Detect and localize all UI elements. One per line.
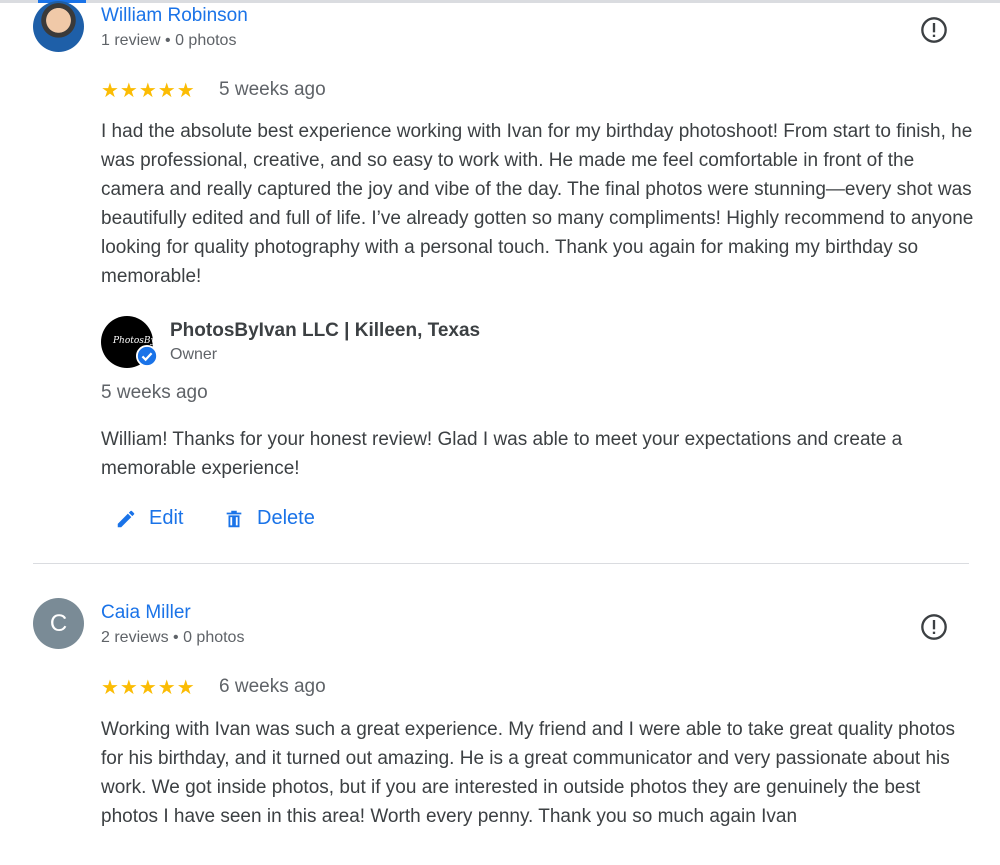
edit-button[interactable]: Edit [115,507,183,530]
star-rating: ★★★★★ [101,80,196,102]
owner-role: Owner [170,346,218,363]
star-rating: ★★★★★ [101,677,196,699]
pencil-icon [117,510,135,527]
review-date: 6 weeks ago [219,676,326,697]
review-text: I had the absolute best experience worki… [101,121,974,287]
owner-name[interactable]: PhotosByIvan LLC | Killeen, Texas [170,320,480,342]
report-flag-icon[interactable] [920,16,948,44]
verified-badge-icon [136,345,158,367]
reply-date: 5 weeks ago [101,382,208,403]
reviewer-avatar[interactable]: C [33,598,84,649]
review-date: 5 weeks ago [219,79,326,100]
delete-label: Delete [257,507,315,529]
review-card: C Caia Miller 2 reviews • 0 photos ★★★★★… [0,564,1000,865]
reviewer-name[interactable]: William Robinson [101,5,248,27]
review-text: Working with Ivan was such a great exper… [101,719,956,827]
reviewer-meta: 2 reviews • 0 photos [101,629,245,646]
reviewer-meta: 1 review • 0 photos [101,32,237,49]
reviewer-name[interactable]: Caia Miller [101,602,191,624]
edit-label: Edit [149,507,184,529]
delete-button[interactable]: Delete [223,507,315,530]
report-flag-icon[interactable] [920,613,948,641]
reply-text: William! Thanks for your honest review! … [101,429,903,479]
owner-avatar: PhotosByIvan [101,316,175,368]
reviewer-avatar[interactable] [33,1,84,52]
review-card: William Robinson 1 review • 0 photos ★★★… [0,0,1000,563]
trash-icon [226,510,242,527]
